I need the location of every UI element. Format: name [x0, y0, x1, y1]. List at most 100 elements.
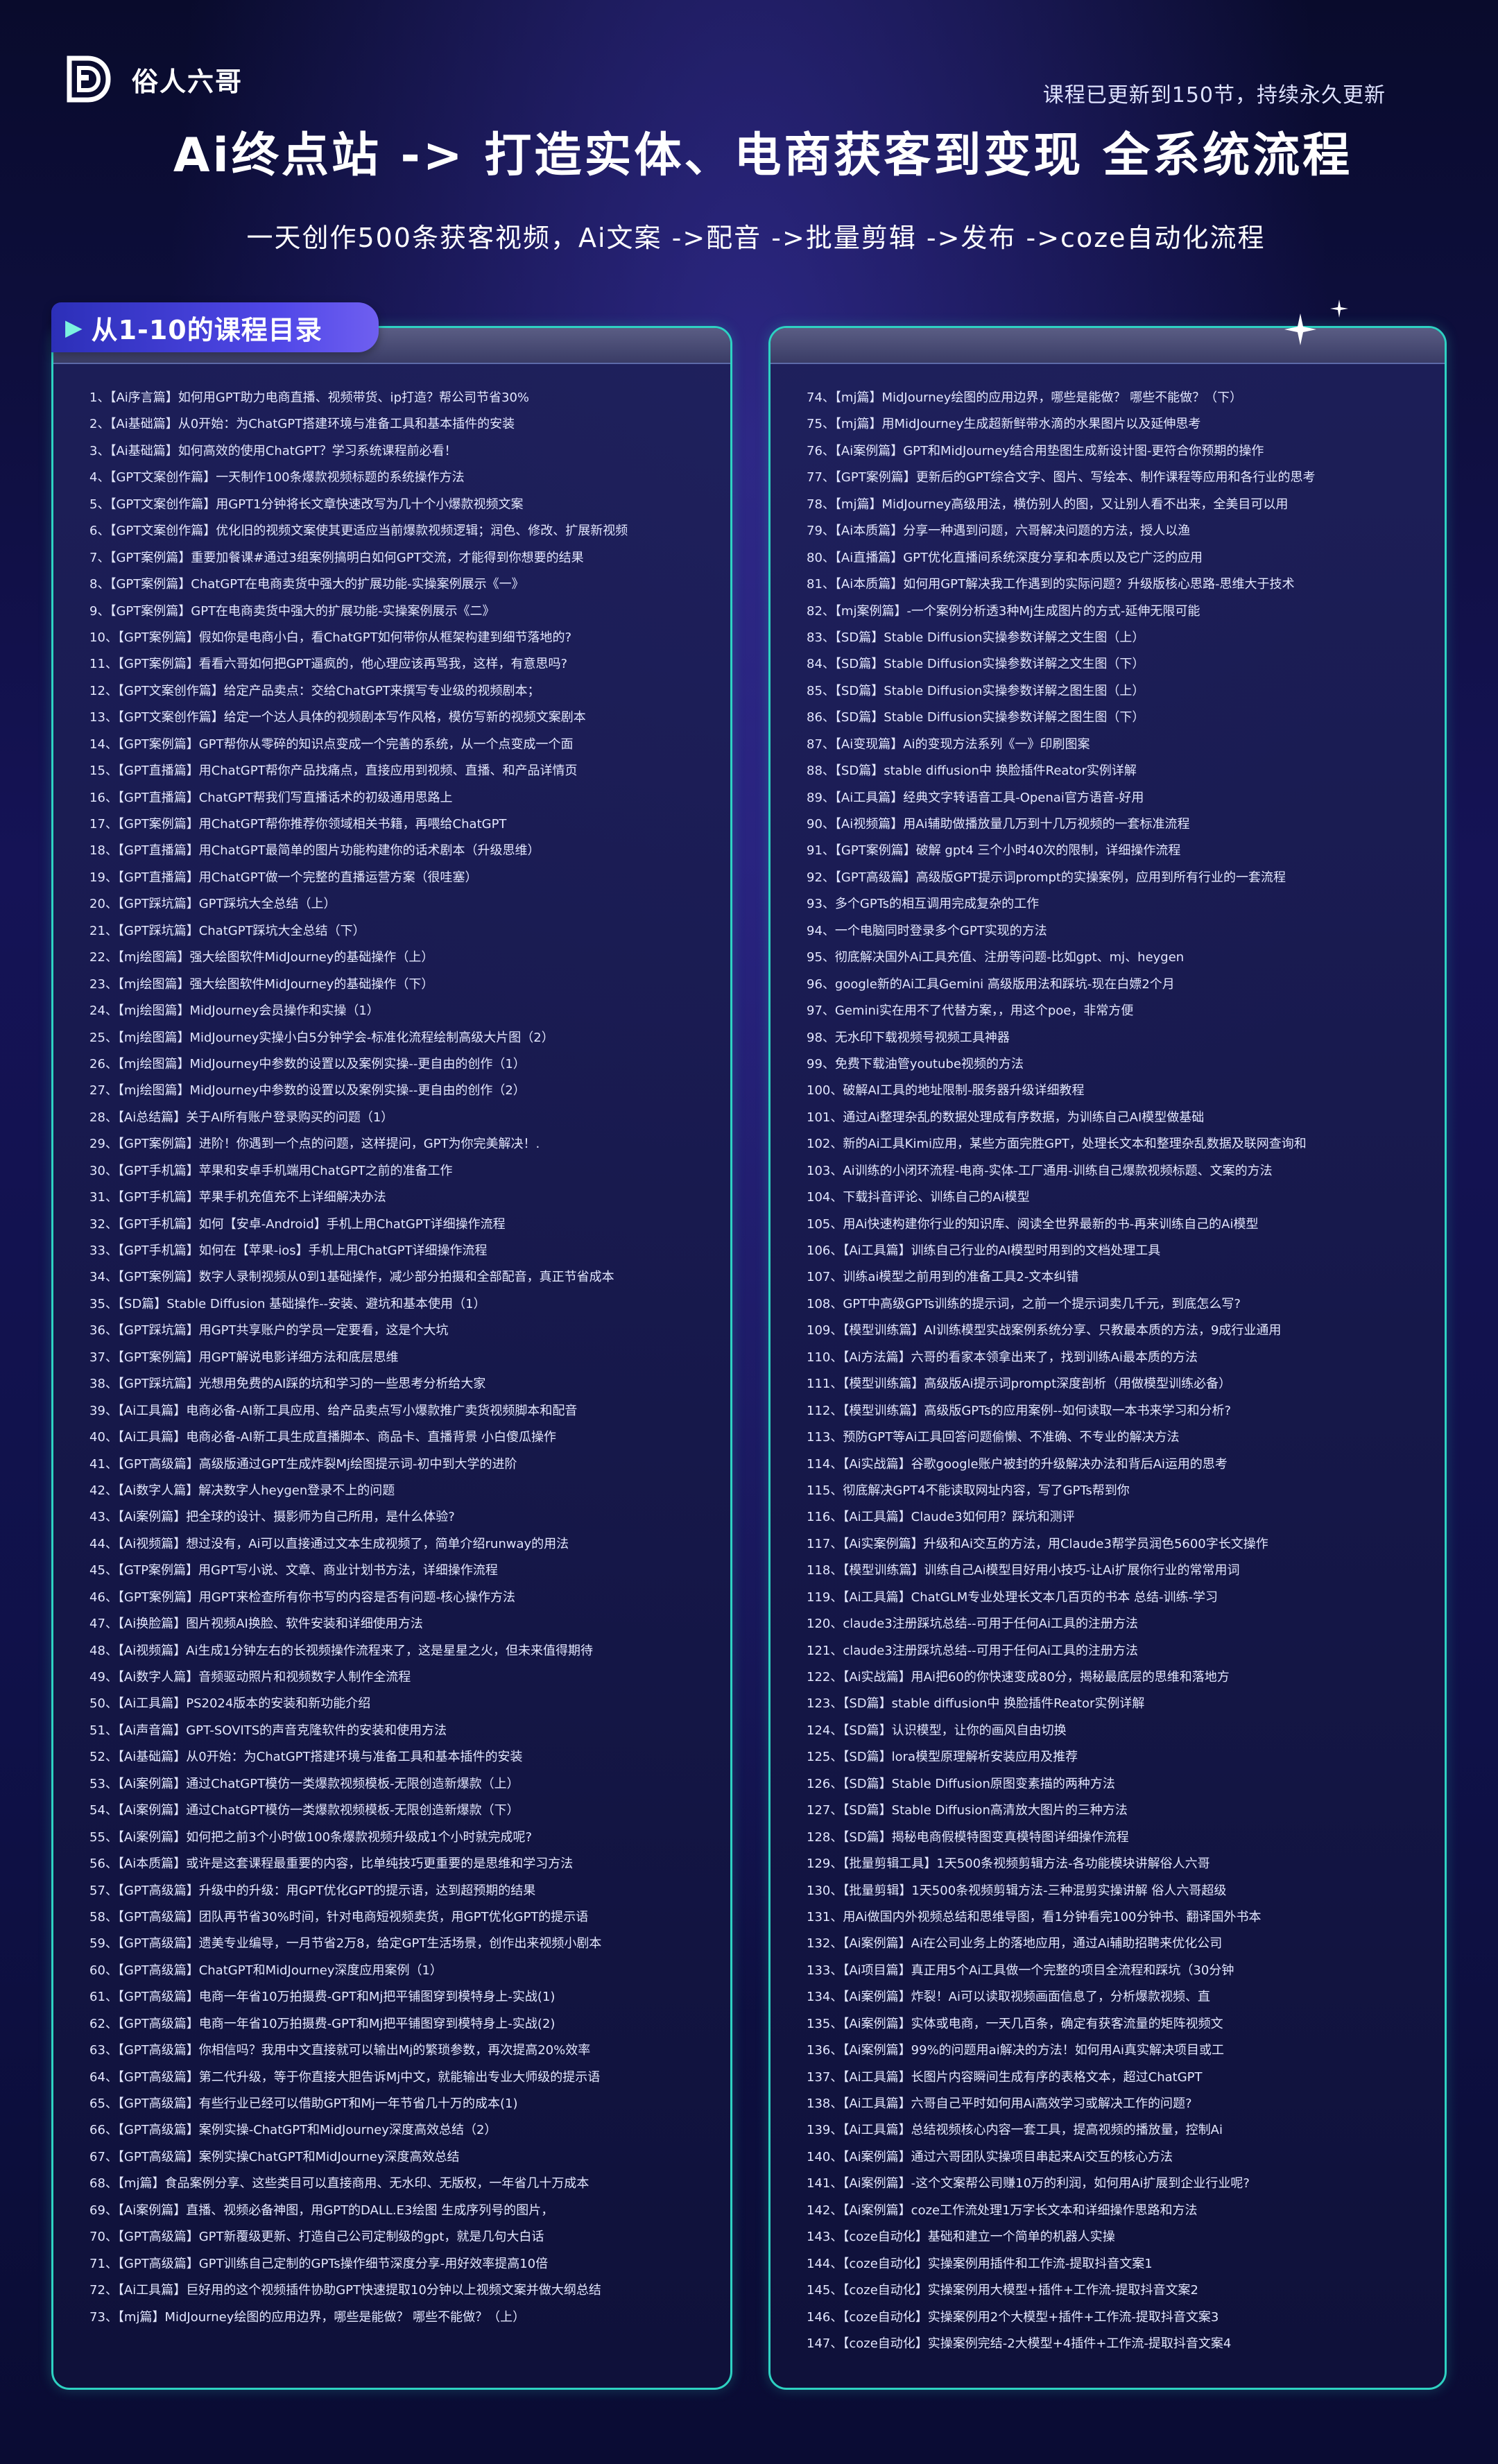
course-item: 19、【GPT直播篇】用ChatGPT做一个完整的直播运营方案（很哇塞）: [89, 870, 478, 885]
course-item: 120、claude3注册踩坑总结--可用于任何Ai工具的注册方法: [807, 1617, 1138, 1632]
course-item: 112、【模型训练篇】高级版GPTs的应用案例--如何读取一本书来学习和分析?: [807, 1403, 1232, 1418]
course-item: 123、【SD篇】stable diffusion中 换脸插件Reator实例详…: [807, 1696, 1145, 1712]
course-item: 40、【Ai工具篇】电商必备-AI新工具生成直播脚本、商品卡、直播背景 小白傻瓜…: [89, 1430, 557, 1445]
course-item: 3、【Ai基础篇】如何高效的使用ChatGPT？学习系统课程前必看！: [89, 443, 457, 458]
course-item: 29、【GPT案例篇】进阶！你遇到一个点的问题，这样提问，GPT为你完美解决！.: [89, 1137, 540, 1152]
course-item: 13、【GPT文案创作篇】给定一个达人具体的视频剧本写作风格，模仿写新的视频文案…: [89, 710, 586, 725]
course-item: 64、【GPT高级篇】第二代升级，等于你直接大胆告诉Mj中文，就能输出专业大师级…: [89, 2069, 601, 2085]
course-item: 103、Ai训练的小闭环流程-电商-实体-工厂通用-训练自己爆款视频标题、文案的…: [807, 1163, 1273, 1178]
course-item: 21、【GPT踩坑篇】ChatGPT踩坑大全总结（下）: [89, 923, 365, 938]
course-item: 135、【Ai案例篇】实体或电商，一天几百条，确定有获客流量的矩阵视频文: [807, 2016, 1223, 2031]
course-item: 124、【SD篇】认识模型，让你的画风自由切换: [807, 1723, 1067, 1738]
course-item: 6、【GPT文案创作篇】优化旧的视频文案使其更适应当前爆款视频逻辑；润色、修改、…: [89, 524, 628, 539]
course-item: 17、【GPT案例篇】用ChatGPT帮你推荐你领域相关书籍，再喂给ChatGP…: [89, 817, 507, 832]
course-item: 31、【GPT手机篇】苹果手机充值充不上详细解决办法: [89, 1190, 386, 1205]
sparkle-icon: [1284, 313, 1316, 345]
course-item: 36、【GPT踩坑篇】用GPT共享账户的学员一定要看，这是个大坑: [89, 1323, 449, 1338]
course-item: 127、【SD篇】Stable Diffusion高清放大图片的三种方法: [807, 1803, 1128, 1818]
course-item: 78、【mj篇】MidJourney高级用法，横仿别人的图，又让别人看不出来，全…: [807, 497, 1289, 512]
course-item: 50、【Ai工具篇】PS2024版本的安装和新功能介绍: [89, 1696, 371, 1712]
course-item: 23、【mj绘图篇】强大绘图软件MidJourney的基础操作（下）: [89, 976, 434, 992]
course-item: 102、新的Ai工具Kimi应用，某些方面完胜GPT，处理长文本和整理杂乱数据及…: [807, 1137, 1307, 1152]
catalog-panel-left: 1、【Ai序言篇】如何用GPT助力电商直播、视频带货、ip打造？帮公司节省30%…: [51, 326, 732, 2390]
course-item: 92、【GPT高级篇】高级版GPT提示词prompt的实操案例，应用到所有行业的…: [807, 870, 1286, 885]
course-item: 84、【SD篇】Stable Diffusion实操参数详解之文生图（下）: [807, 657, 1145, 672]
course-item: 11、【GPT案例篇】看看六哥如何把GPT逼疯的，他心理应该再骂我，这样，有意思…: [89, 657, 568, 672]
course-item: 85、【SD篇】Stable Diffusion实操参数详解之图生图（上）: [807, 683, 1145, 698]
course-item: 138、【Ai工具篇】六哥自己平时如何用Ai高效学习或解决工作的问题?: [807, 2096, 1192, 2111]
course-item: 74、【mj篇】MidJourney绘图的应用边界，哪些是能做？ 哪些不能做？（…: [807, 390, 1243, 405]
course-item: 24、【mj绘图篇】MidJourney会员操作和实操（1）: [89, 1003, 379, 1019]
course-item: 72、【Ai工具篇】巨好用的这个视频插件协助GPT快速提取10分钟以上视频文案并…: [89, 2283, 601, 2298]
course-item: 26、【mj绘图篇】MidJourney中参数的设置以及案例实操--更自由的创作…: [89, 1056, 526, 1071]
course-item: 46、【GPT案例篇】用GPT来检查所有你书写的内容是否有问题-核心操作方法: [89, 1589, 515, 1605]
course-item: 53、【Ai案例篇】通过ChatGPT模仿一类爆款视频模板-无限创造新爆款（上）: [89, 1776, 519, 1791]
course-item: 104、下载抖音评论、训练自己的Ai模型: [807, 1190, 1030, 1205]
course-item: 73、【mj篇】MidJourney绘图的应用边界，哪些是能做？ 哪些不能做？（…: [89, 2309, 526, 2325]
sparkle-small-icon: [1330, 300, 1348, 318]
course-item: 28、【Ai总结篇】关于AI所有账户登录购买的问题（1）: [89, 1110, 394, 1125]
course-item: 132、【Ai案例篇】Ai在公司业务上的落地应用，通过Ai辅助招聘来优化公司: [807, 1936, 1223, 1952]
course-item: 110、【Ai方法篇】六哥的看家本领拿出来了，找到训练Ai最本质的方法: [807, 1350, 1198, 1365]
course-item: 107、训练ai模型之前用到的准备工具2-文本纠错: [807, 1270, 1079, 1285]
course-item: 130、【批量剪辑】1天500条视频剪辑方法-三种混剪实操讲解 俗人六哥超级: [807, 1883, 1227, 1898]
course-item: 113、预防GPT等Ai工具回答问题偷懒、不准确、不专业的解决方法: [807, 1430, 1180, 1445]
course-item: 115、彻底解决GPT4不能读取网址内容，写了GPTs帮到你: [807, 1483, 1130, 1498]
course-item: 1、【Ai序言篇】如何用GPT助力电商直播、视频带货、ip打造？帮公司节省30%: [89, 390, 529, 405]
course-item: 97、Gemini实在用不了代替方案，，用这个poe，非常方便: [807, 1003, 1134, 1019]
course-item: 33、【GPT手机篇】如何在【苹果-ios】手机上用ChatGPT详细操作流程: [89, 1243, 488, 1258]
course-item: 57、【GPT高级篇】升级中的升级：用GPT优化GPT的提示语，达到超预期的结果: [89, 1883, 536, 1898]
page-subtitle: 一天创作500条获客视频，Ai文案 ->配音 ->批量剪辑 ->发布 ->coz…: [246, 223, 1266, 253]
course-item: 96、google新的Ai工具Gemini 高级版用法和踩坑-现在白嫖2个月: [807, 976, 1175, 992]
course-item: 47、【Ai换脸篇】图片视频AI换脸、软件安装和详细使用方法: [89, 1617, 423, 1632]
course-item: 35、【SD篇】Stable Diffusion 基础操作--安装、避坑和基本使…: [89, 1296, 486, 1311]
course-item: 137、【Ai工具篇】长图片内容瞬间生成有序的表格文本，超过ChatGPT: [807, 2069, 1203, 2085]
page-title: Ai终点站 -> 打造实体、电商获客到变现 全系统流程: [173, 128, 1353, 183]
course-item: 55、【Ai案例篇】如何把之前3个小时做100条爆款视频升级成1个小时就完成呢?: [89, 1829, 533, 1845]
course-item: 25、【mj绘图篇】MidJourney实操小白5分钟学会-标准化流程绘制高级大…: [89, 1030, 554, 1045]
course-item: 68、【mj篇】食品案例分享、这些类目可以直接商用、无水印、无版权，一年省几十万…: [89, 2176, 589, 2191]
course-item: 30、【GPT手机篇】苹果和安卓手机端用ChatGPT之前的准备工作: [89, 1163, 453, 1178]
course-item: 90、【Ai视频篇】用Ai辅助做播放量几万到十几万视频的一套标准流程: [807, 817, 1190, 832]
course-item: 118、【模型训练篇】训练自己Ai模型目好用小技巧-让Ai扩展你行业的常常用词: [807, 1563, 1240, 1578]
course-item: 9、【GPT案例篇】GPT在电商卖货中强大的扩展功能-实操案例展示《二》: [89, 603, 495, 619]
course-item: 101、通过Ai整理杂乱的数据处理成有序数据，为训练自己AI模型做基础: [807, 1110, 1205, 1125]
course-item: 69、【Ai案例篇】直播、视频必备神图，用GPT的DALL.E3绘图 生成序列号…: [89, 2203, 554, 2218]
course-item: 80、【Ai直播篇】GPT优化直播间系统深度分享和本质以及它广泛的应用: [807, 550, 1203, 565]
course-item: 60、【GPT高级篇】ChatGPT和MidJourney深度应用案例（1）: [89, 1963, 442, 1978]
course-item: 71、【GPT高级篇】GPT训练自己定制的GPTs操作细节深度分享-用好效率提高…: [89, 2256, 549, 2271]
catalog-label-text: 从1-10的课程目录: [91, 314, 322, 345]
course-list-right: 74、【mj篇】MidJourney绘图的应用边界，哪些是能做？ 哪些不能做？（…: [807, 385, 1431, 2357]
course-item: 20、【GPT踩坑篇】GPT踩坑大全总结（上）: [89, 897, 336, 912]
course-item: 94、一个电脑同时登录多个GPT实现的方法: [807, 923, 1047, 938]
course-item: 114、【Ai实战篇】谷歌google账户被封的升级解决办法和背后Ai运用的思考: [807, 1456, 1228, 1472]
course-item: 121、claude3注册踩坑总结--可用于任何Ai工具的注册方法: [807, 1643, 1138, 1658]
brand-name: 俗人六哥: [132, 66, 243, 97]
course-item: 105、用Ai快速构建你行业的知识库、阅读全世界最新的书-再来训练自己的Ai模型: [807, 1216, 1259, 1232]
course-item: 49、【Ai数字人篇】音频驱动照片和视频数字人制作全流程: [89, 1670, 411, 1685]
course-item: 52、【Ai基础篇】从0开始：为ChatGPT搭建环境与准备工具和基本插件的安装: [89, 1750, 523, 1765]
course-item: 88、【SD篇】stable diffusion中 换脸插件Reator实例详解: [807, 764, 1137, 779]
brand-logo: 俗人六哥: [64, 54, 243, 104]
course-item: 67、【GPT高级篇】案例实操ChatGPT和MidJourney深度高效总结: [89, 2149, 460, 2164]
course-item: 87、【Ai变现篇】Ai的变现方法系列《一》印刷图案: [807, 736, 1090, 752]
course-item: 5、【GPT文案创作篇】用GPT1分钟将长文章快速改写为几十个小爆款视频文案: [89, 497, 524, 512]
course-item: 125、【SD篇】lora模型原理解析安装应用及推荐: [807, 1750, 1078, 1765]
course-item: 75、【mj篇】用MidJourney生成超新鲜带水滴的水果图片以及延伸思考: [807, 417, 1201, 432]
course-item: 83、【SD篇】Stable Diffusion实操参数详解之文生图（上）: [807, 630, 1145, 645]
course-item: 140、【Ai案例篇】通过六哥团队实操项目串起来Ai交互的核心方法: [807, 2149, 1173, 2164]
course-item: 43、【Ai案例篇】把全球的设计、摄影师为自己所用，是什么体验?: [89, 1510, 455, 1525]
course-item: 131、用Ai做国内外视频总结和思维导图，看1分钟看完100分钟书、翻译国外书本: [807, 1909, 1262, 1924]
course-item: 12、【GPT文案创作篇】给定产品卖点：交给ChatGPT来撰写专业级的视频剧本…: [89, 683, 540, 698]
course-item: 37、【GPT案例篇】用GPT解说电影详细方法和底层思维: [89, 1350, 399, 1365]
course-item: 129、【批量剪辑工具】1天500条视频剪辑方法-各功能模块讲解俗人六哥: [807, 1856, 1210, 1872]
course-item: 27、【mj绘图篇】MidJourney中参数的设置以及案例实操--更自由的创作…: [89, 1083, 526, 1099]
course-item: 147、【coze自动化】实操案例完结-2大模型+4插件+工作流-提取抖音文案4: [807, 2336, 1232, 2351]
catalog-label: ▶ 从1-10的课程目录: [51, 302, 379, 352]
course-item: 98、无水印下载视频号视频工具神器: [807, 1030, 1010, 1045]
course-item: 59、【GPT高级篇】遗美专业编导，一月节省2万8，给定GPT生活场景，创作出来…: [89, 1936, 602, 1952]
course-item: 81、【Ai本质篇】如何用GPT解决我工作遇到的实际问题？升级版核心思路-思维大…: [807, 577, 1295, 592]
course-list-left: 1、【Ai序言篇】如何用GPT助力电商直播、视频带货、ip打造？帮公司节省30%…: [89, 385, 716, 2331]
course-item: 119、【Ai工具篇】ChatGLM专业处理长文本几百页的书本 总结-训练-学习: [807, 1589, 1218, 1605]
course-item: 126、【SD篇】Stable Diffusion原图变素描的两种方法: [807, 1776, 1115, 1791]
